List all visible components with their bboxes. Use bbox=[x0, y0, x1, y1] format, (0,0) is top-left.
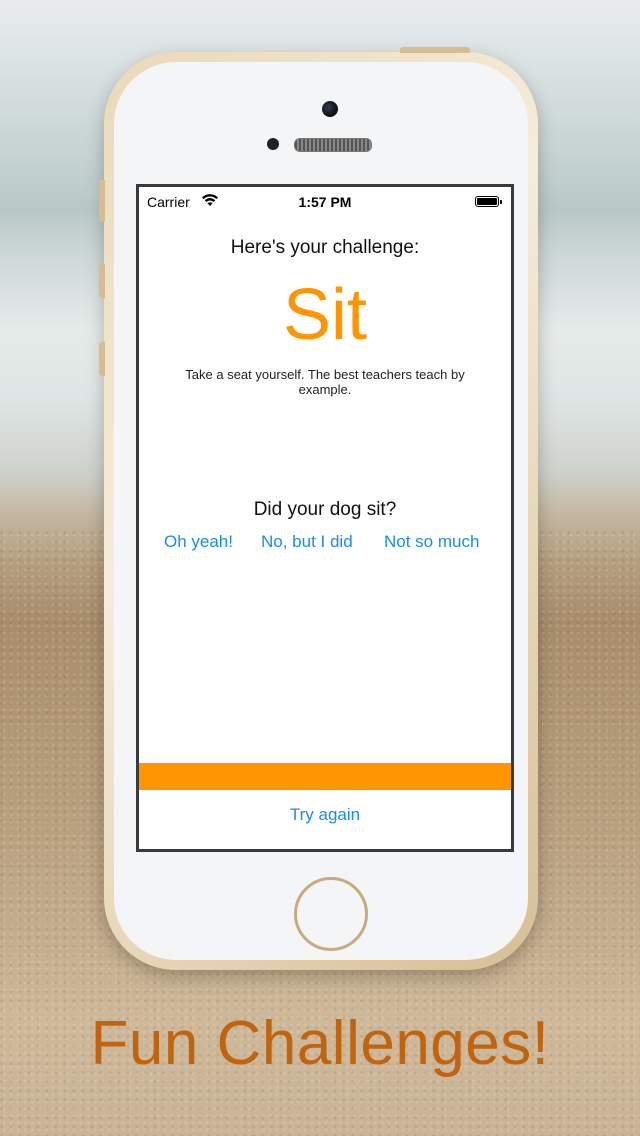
answer-oh-yeah-button[interactable]: Oh yeah! bbox=[164, 532, 233, 552]
marketing-caption: Fun Challenges! bbox=[90, 1009, 550, 1078]
mute-switch bbox=[99, 180, 105, 222]
try-again-button[interactable]: Try again bbox=[139, 805, 511, 825]
answer-not-so-much-button[interactable]: Not so much bbox=[384, 532, 479, 552]
front-camera-icon bbox=[322, 101, 338, 117]
home-button[interactable] bbox=[294, 877, 368, 951]
clock-time: 1:57 PM bbox=[298, 194, 352, 210]
challenge-description: Take a seat yourself. The best teachers … bbox=[185, 367, 465, 397]
power-button bbox=[400, 47, 470, 53]
status-bar: Carrier 1:57 PM bbox=[139, 187, 511, 215]
answer-options: Oh yeah! No, but I did Not so much bbox=[139, 532, 511, 556]
challenge-heading: Here's your challenge: bbox=[230, 237, 420, 258]
proximity-sensor-icon bbox=[267, 138, 279, 150]
earpiece-speaker-icon bbox=[294, 138, 372, 152]
battery-icon bbox=[475, 196, 502, 207]
volume-down-button bbox=[99, 342, 105, 376]
progress-bar-fill bbox=[139, 763, 511, 790]
app-screen: Carrier 1:57 PM Here's your challenge: S… bbox=[136, 184, 514, 852]
answer-no-but-i-did-button[interactable]: No, but I did bbox=[261, 532, 353, 552]
volume-up-button bbox=[99, 264, 105, 298]
challenge-title: Sit bbox=[282, 275, 368, 355]
result-question: Did your dog sit? bbox=[253, 499, 397, 520]
progress-bar bbox=[139, 763, 511, 790]
